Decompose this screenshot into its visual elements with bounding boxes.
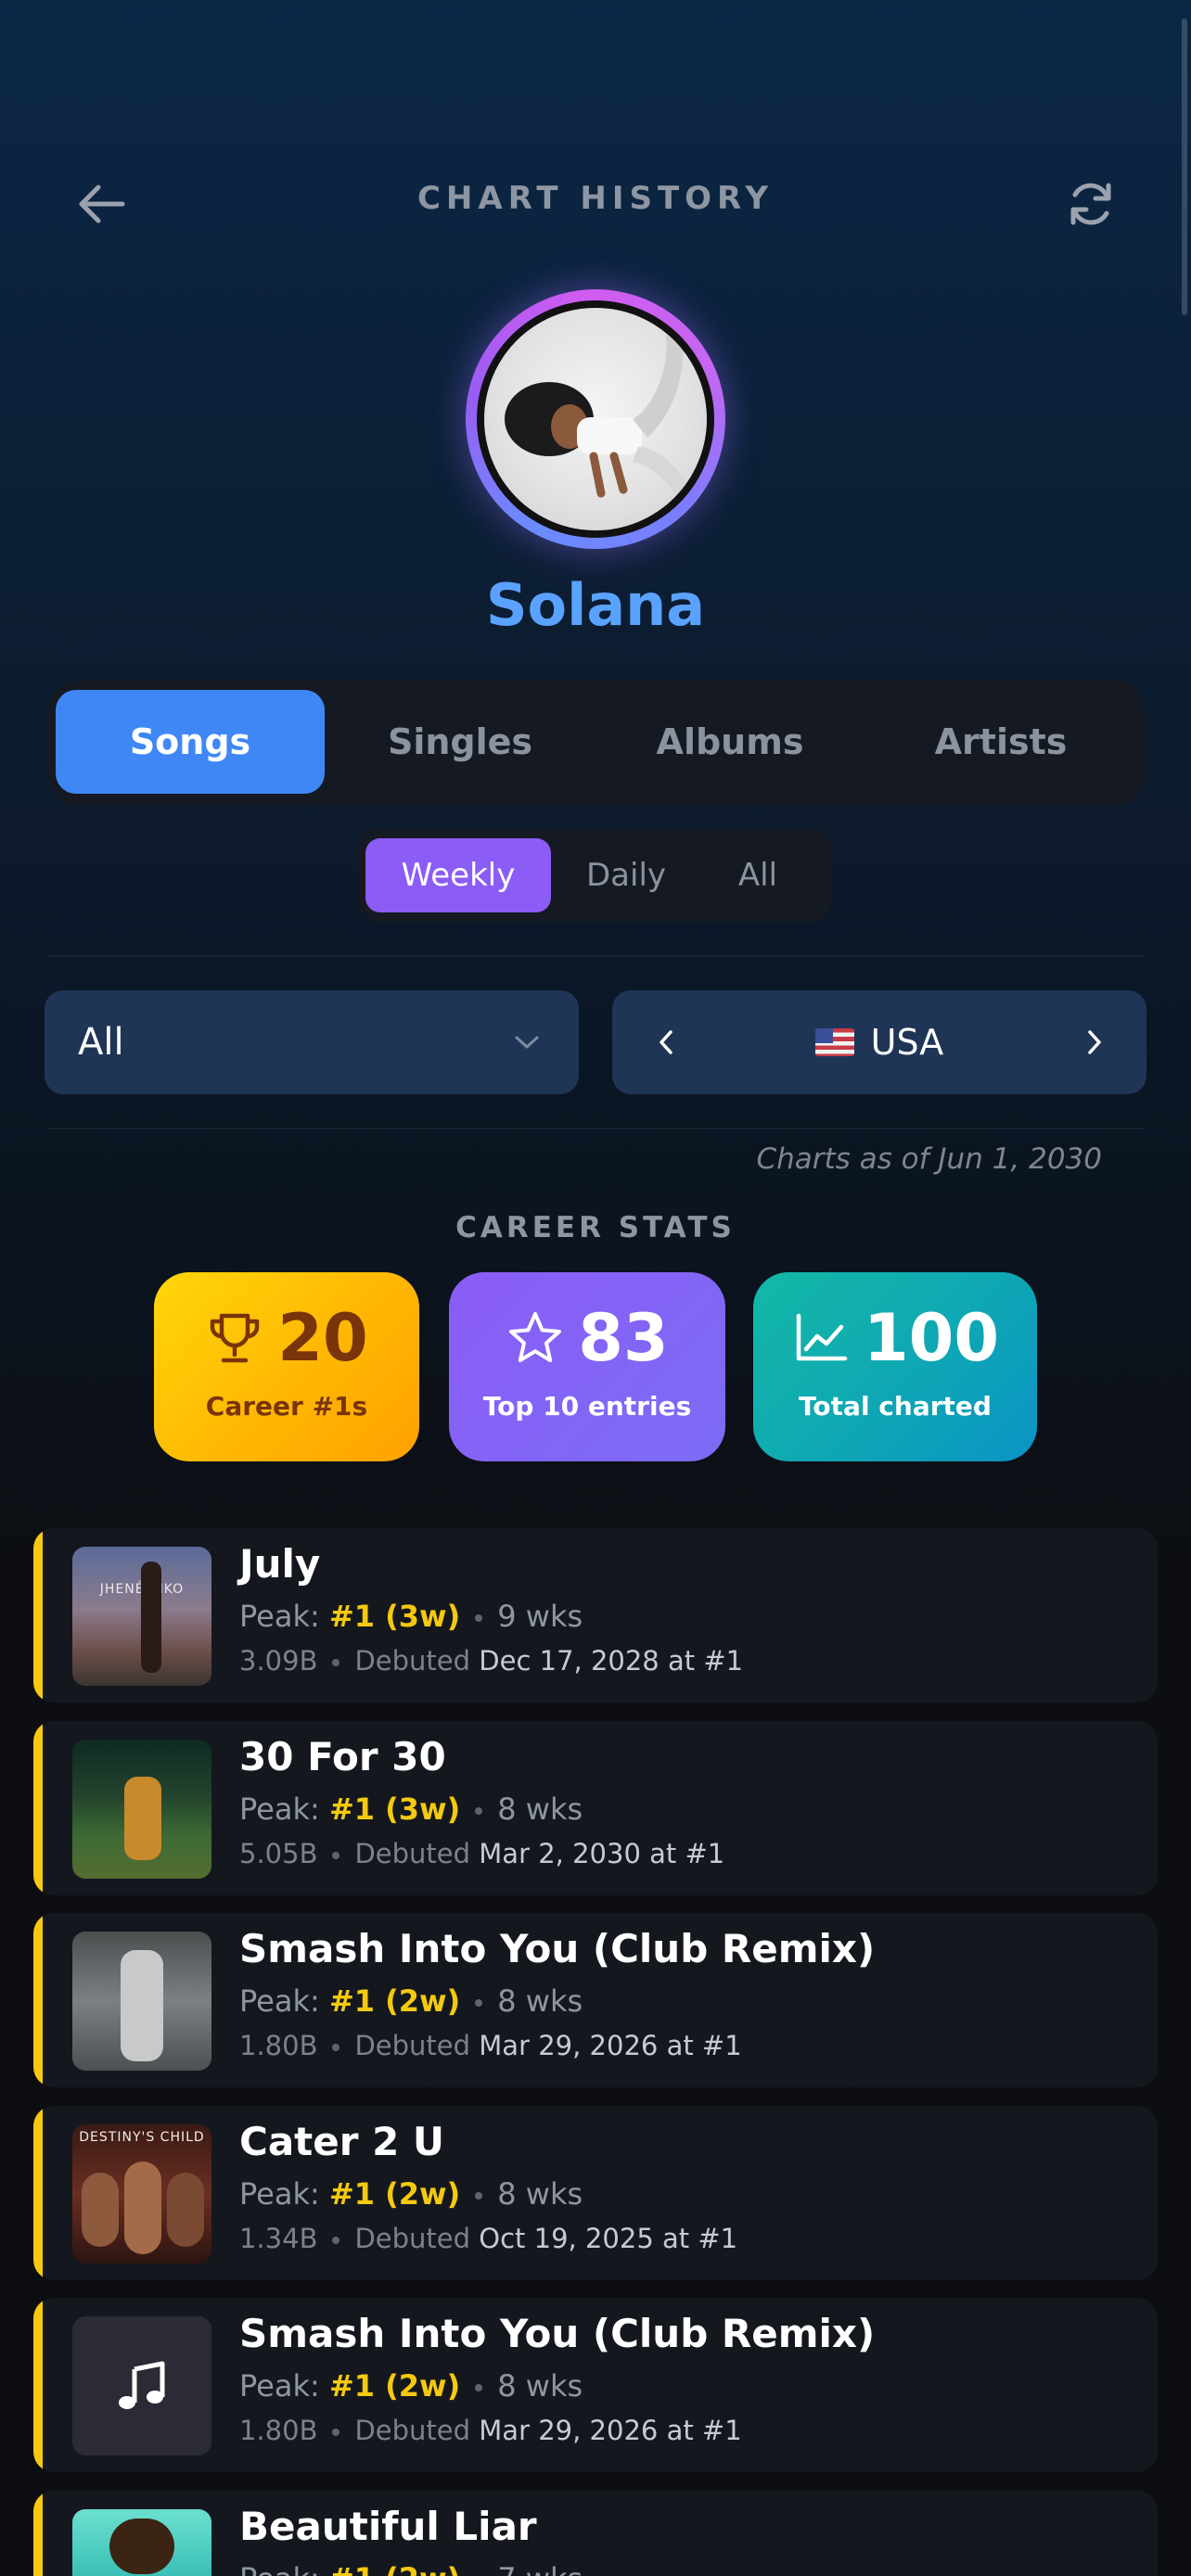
song-meta: 1.80B Debuted Mar 29, 2026 at #1 [239,2030,742,2061]
tab-albums[interactable]: Albums [596,690,864,794]
chart-line-icon [796,1313,848,1361]
song-row[interactable]: JHENÉ AIKO July Peak: #1 (3w) 9 wks 3.09B… [33,1528,1158,1702]
career-stats-heading: CAREER STATS [455,1211,736,1244]
refresh-icon [1070,183,1111,225]
star-icon [509,1312,562,1362]
album-cover [72,1932,211,2071]
divider [48,1128,1145,1129]
song-row[interactable]: 30 For 30 Peak: #1 (3w) 8 wks 5.05B Debute… [33,1721,1158,1895]
stat-value: 20 [277,1300,368,1376]
song-title: July [239,1541,321,1587]
tab-all[interactable]: All [698,838,818,912]
divider [48,955,1145,957]
song-title: Smash Into You (Club Remix) [239,1926,876,1971]
cover-text: DESTINY'S CHILD [79,2130,205,2145]
tab-songs[interactable]: Songs [56,690,325,794]
song-meta: 1.80B Debuted Mar 29, 2026 at #1 [239,2415,742,2446]
song-title: 30 For 30 [239,1734,446,1779]
album-cover [72,2509,211,2576]
album-cover: JHENÉ AIKO [72,1547,211,1686]
album-cover: DESTINY'S CHILD [72,2124,211,2264]
rank-accent-bar [33,1913,43,2087]
song-row[interactable]: Smash Into You (Club Remix) Peak: #1 (2w… [33,2298,1158,2472]
stat-total-charted: 100 Total charted [753,1272,1037,1461]
stat-label: Top 10 entries [482,1391,692,1422]
album-cover-placeholder [72,2316,211,2455]
chevron-right-icon [1088,1030,1101,1054]
avatar [477,300,714,538]
tab-artists[interactable]: Artists [866,690,1135,794]
artist-name: Solana [485,571,706,639]
artist-photo [505,334,688,498]
type-dropdown[interactable]: All [45,990,579,1094]
stat-value: 83 [578,1300,669,1376]
country-value: USA [870,1022,944,1063]
album-cover [72,1740,211,1879]
song-row[interactable]: DESTINY'S CHILD Cater 2 U Peak: #1 (2w) 8… [33,2106,1158,2280]
music-note-icon [119,2361,165,2409]
period-tabs: Weekly Daily All [358,829,831,922]
rank-accent-bar [33,1528,43,1702]
country-selector: USA [612,990,1146,1094]
song-peak: Peak: #1 (2w) 8 wks [239,1983,583,2019]
song-meta: 1.34B Debuted Oct 19, 2025 at #1 [239,2223,738,2254]
chevron-down-icon [508,990,545,1094]
song-meta: 3.09B Debuted Dec 17, 2028 at #1 [239,1645,744,1677]
rank-accent-bar [33,2106,43,2280]
tab-weekly[interactable]: Weekly [365,838,551,912]
stat-label: Career #1s [205,1391,368,1422]
song-peak: Peak: #1 (2w) 8 wks [239,2176,583,2212]
type-dropdown-value: All [78,1021,124,1064]
song-title: Cater 2 U [239,2119,445,2164]
charts-date: Charts as of Jun 1, 2030 [756,1142,1102,1176]
tab-singles[interactable]: Singles [326,690,595,794]
scrollbar-thumb[interactable] [1182,19,1187,315]
us-flag-icon [814,1028,854,1056]
song-meta: 5.05B Debuted Mar 2, 2030 at #1 [239,1838,725,1869]
next-country-button[interactable] [1067,990,1122,1094]
song-title: Smash Into You (Club Remix) [239,2311,876,2356]
song-title: Beautiful Liar [239,2504,537,2549]
rank-accent-bar [33,1721,43,1895]
song-row[interactable]: Smash Into You (Club Remix) Peak: #1 (2w… [33,1913,1158,2087]
rank-accent-bar [33,2298,43,2472]
stat-career-number-ones: 20 Career #1s [154,1272,419,1461]
rank-accent-bar [33,2491,43,2576]
stat-label: Total charted [799,1391,992,1422]
page-title: CHART HISTORY [416,180,775,217]
refresh-button[interactable] [1052,165,1130,243]
tab-daily[interactable]: Daily [558,838,694,912]
stat-top-ten-entries: 83 Top 10 entries [449,1272,725,1461]
song-peak: Peak: #1 (3w) 9 wks [239,1599,583,1634]
trophy-icon [211,1313,260,1363]
song-peak: Peak: #1 (2w) 8 wks [239,2368,583,2404]
chevron-left-icon [660,1030,672,1054]
stat-value: 100 [863,1300,1000,1376]
song-peak: Peak: #1 (3w) 8 wks [239,1792,583,1827]
previous-country-button[interactable] [638,990,694,1094]
category-tabs: Songs Singles Albums Artists [48,681,1145,805]
song-row[interactable]: Beautiful Liar Peak: #1 (2w)7 wks [33,2491,1158,2576]
song-peak: Peak: #1 (2w)7 wks [239,2561,583,2576]
